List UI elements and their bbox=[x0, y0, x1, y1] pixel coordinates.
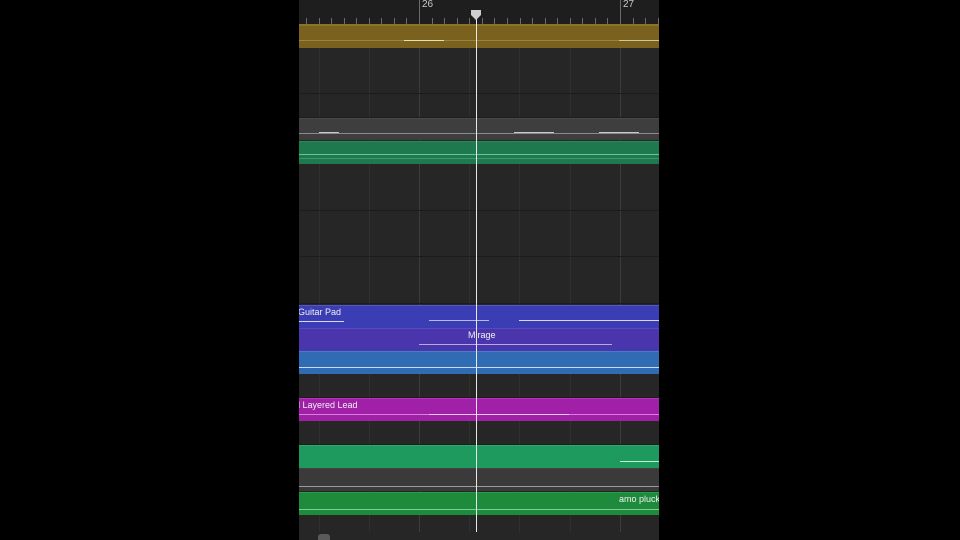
waveform bbox=[299, 133, 659, 134]
track-lane bbox=[299, 164, 659, 211]
region-layered-lead[interactable]: l Layered Lead bbox=[299, 398, 659, 421]
region-audio-grey[interactable] bbox=[299, 118, 659, 140]
playhead-marker-icon[interactable] bbox=[470, 10, 482, 20]
horizontal-scrollbar-thumb[interactable] bbox=[318, 534, 330, 540]
waveform bbox=[299, 154, 659, 155]
waveform bbox=[599, 132, 639, 133]
waveform bbox=[404, 40, 444, 41]
waveform bbox=[620, 461, 659, 462]
region-yellow[interactable] bbox=[299, 24, 659, 48]
region-blue[interactable] bbox=[299, 351, 659, 374]
track-lane bbox=[299, 257, 659, 304]
waveform bbox=[299, 486, 659, 487]
track-lane bbox=[299, 514, 659, 532]
track-lane bbox=[299, 211, 659, 257]
region-label: Guitar Pad bbox=[299, 307, 342, 317]
waveform bbox=[519, 320, 659, 321]
playhead[interactable] bbox=[476, 17, 477, 532]
track-lane bbox=[299, 421, 659, 445]
region-amo-pluck[interactable]: amo pluck_ bbox=[299, 492, 659, 515]
region-grey-thin[interactable] bbox=[299, 468, 659, 491]
waveform bbox=[619, 40, 659, 41]
region-green-top[interactable] bbox=[299, 141, 659, 164]
waveform bbox=[299, 367, 659, 368]
waveform bbox=[299, 158, 659, 159]
region-guitar-pad[interactable]: Guitar Pad bbox=[299, 305, 659, 328]
bar-number-27: 27 bbox=[623, 0, 635, 10]
waveform bbox=[299, 40, 659, 41]
region-label: amo pluck_ bbox=[619, 494, 659, 504]
track-lane bbox=[299, 374, 659, 398]
waveform bbox=[319, 132, 339, 133]
waveform bbox=[514, 132, 554, 133]
arrange-area[interactable]: 26 27 Guitar Pad Mirage l Layered Lead a… bbox=[299, 0, 659, 540]
waveform bbox=[429, 414, 569, 415]
bar-number-26: 26 bbox=[422, 0, 434, 10]
region-mirage[interactable]: Mirage bbox=[299, 328, 659, 351]
waveform bbox=[429, 320, 489, 321]
track-lane bbox=[299, 94, 659, 118]
waveform bbox=[419, 344, 612, 345]
waveform bbox=[299, 321, 344, 322]
region-label: Mirage bbox=[468, 330, 496, 340]
region-green-mid[interactable] bbox=[299, 445, 659, 468]
track-lane bbox=[299, 47, 659, 94]
waveform bbox=[299, 509, 659, 510]
region-label: l Layered Lead bbox=[299, 400, 358, 410]
